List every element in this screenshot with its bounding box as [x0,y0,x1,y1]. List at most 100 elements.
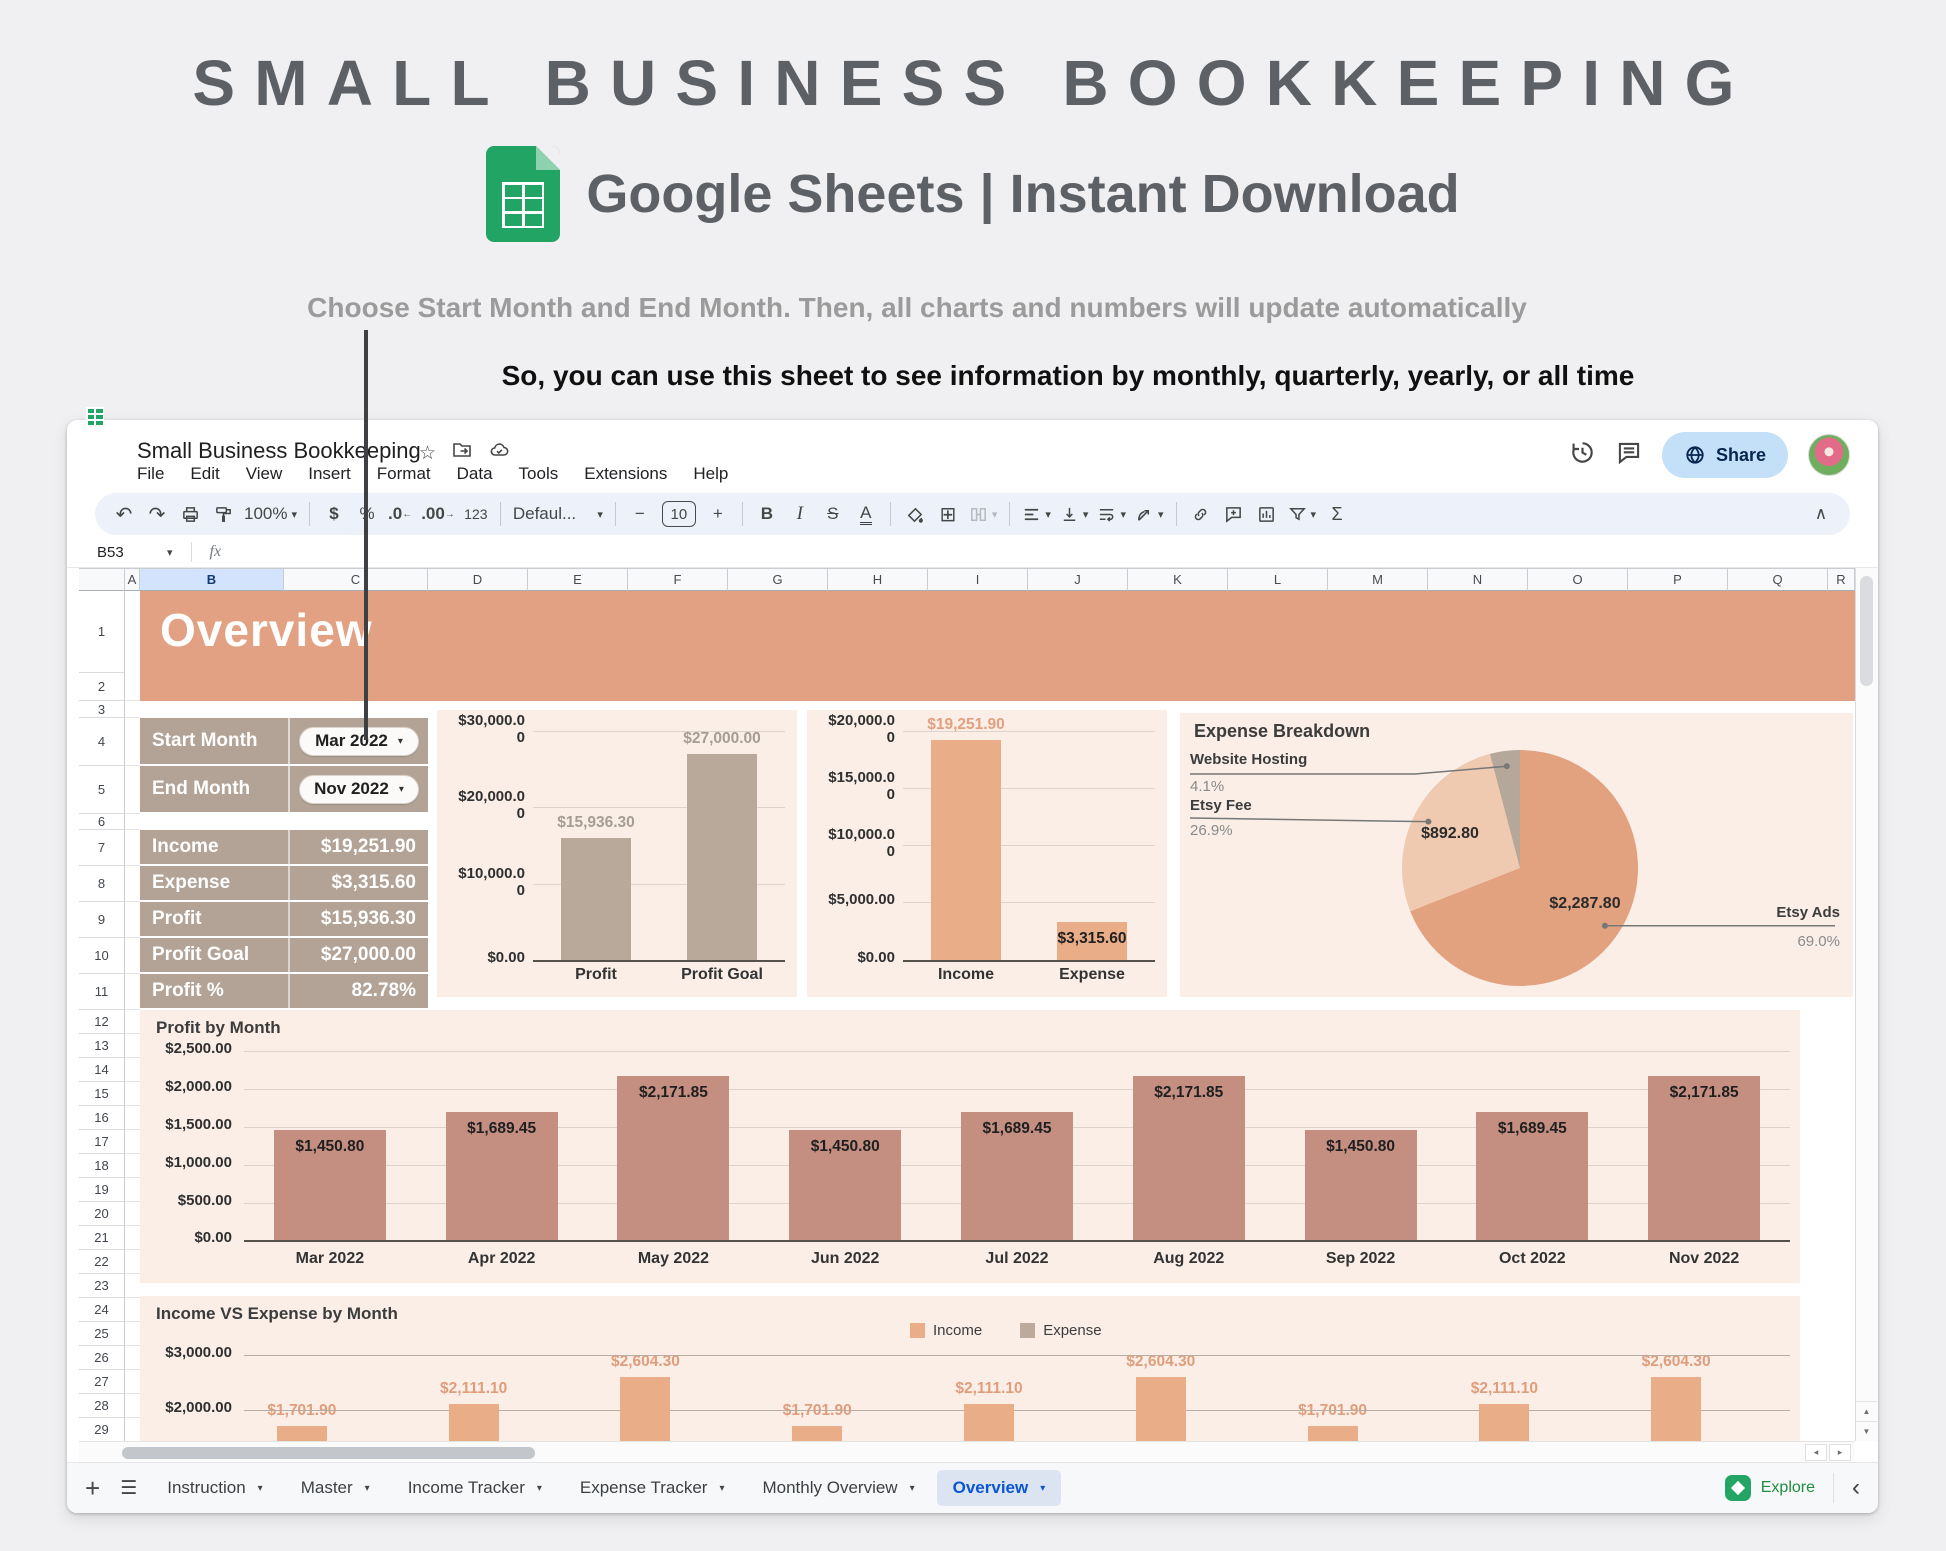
spreadsheet-grid[interactable]: Overview Start MonthMar 2022▾End MonthNo… [79,591,1855,1441]
row-header-16[interactable]: 16 [79,1106,125,1130]
row-header-19[interactable]: 19 [79,1178,125,1202]
fx-icon[interactable]: fx [210,543,222,561]
bold-button[interactable]: B [752,498,782,530]
share-button[interactable]: Share [1662,432,1788,478]
row-header-29[interactable]: 29 [79,1418,125,1441]
horizontal-scrollbar-thumb[interactable] [122,1447,535,1459]
start-month-dropdown[interactable]: Mar 2022▾ [299,727,419,756]
menu-item-help[interactable]: Help [693,464,728,484]
explore-button[interactable]: Explore [1725,1475,1815,1501]
version-history-icon[interactable] [1569,439,1596,471]
column-header-H[interactable]: H [828,568,928,591]
currency-format-button[interactable]: $ [319,498,349,530]
strikethrough-button[interactable]: S [818,498,848,530]
font-size-input[interactable]: 10 [662,501,696,527]
text-wrap-icon[interactable]: ▾ [1094,498,1129,530]
menu-item-file[interactable]: File [137,464,164,484]
italic-button[interactable]: I [785,498,815,530]
menu-item-edit[interactable]: Edit [190,464,219,484]
chart-profit-vs-goal[interactable]: $30,000.0 0$20,000.0 0$10,000.0 0$0.00$1… [437,710,797,997]
insert-chart-icon[interactable] [1252,498,1282,530]
column-header-P[interactable]: P [1628,568,1728,591]
column-header-M[interactable]: M [1328,568,1428,591]
name-box[interactable]: B53 [97,544,163,561]
row-header-18[interactable]: 18 [79,1154,125,1178]
select-all-corner[interactable] [79,568,125,591]
more-formats-button[interactable]: 123 [461,498,491,530]
move-to-folder-icon[interactable] [452,440,472,466]
end-month-dropdown[interactable]: Nov 2022▾ [299,775,419,804]
column-header-A[interactable]: A [125,568,140,591]
chart-expense-breakdown-pie[interactable]: Expense BreakdownWebsite Hosting4.1%Etsy… [1180,713,1853,997]
menu-item-insert[interactable]: Insert [308,464,351,484]
hide-menus-icon[interactable]: ∧ [1806,498,1836,530]
row-header-13[interactable]: 13 [79,1034,125,1058]
increase-decimals-button[interactable]: .00→ [418,498,458,530]
row-header-23[interactable]: 23 [79,1274,125,1298]
column-header-B[interactable]: B [140,568,284,591]
menu-item-extensions[interactable]: Extensions [584,464,667,484]
chart-profit-by-month[interactable]: Profit by Month$2,500.00$2,000.00$1,500.… [140,1010,1800,1283]
decrease-decimals-button[interactable]: .0← [385,498,415,530]
menu-item-data[interactable]: Data [457,464,493,484]
font-select[interactable]: Defaul...▾ [510,498,606,530]
zoom-select[interactable]: 100%▾ [241,498,300,530]
row-header-25[interactable]: 25 [79,1322,125,1346]
tab-instruction[interactable]: Instruction▾ [151,1470,278,1506]
row-header-1[interactable]: 1 [79,591,125,673]
row-header-15[interactable]: 15 [79,1082,125,1106]
row-header-5[interactable]: 5 [79,766,125,814]
row-header-8[interactable]: 8 [79,866,125,902]
vertical-scrollbar-thumb[interactable] [1860,576,1873,686]
horizontal-scrollbar[interactable]: ◂ ▸ [79,1441,1855,1462]
row-header-26[interactable]: 26 [79,1346,125,1370]
row-header-24[interactable]: 24 [79,1298,125,1322]
column-header-F[interactable]: F [628,568,728,591]
insert-link-icon[interactable] [1186,498,1216,530]
row-header-3[interactable]: 3 [79,701,125,718]
chart-income-vs-expense-by-month[interactable]: Income VS Expense by MonthIncomeExpense$… [140,1296,1800,1441]
document-title[interactable]: Small Business Bookkeeping [137,438,421,464]
comment-history-icon[interactable] [1616,440,1642,471]
merge-cells-icon[interactable]: ▾ [966,498,1001,530]
row-header-9[interactable]: 9 [79,902,125,938]
column-header-R[interactable]: R [1828,568,1855,591]
paint-format-icon[interactable] [208,498,238,530]
undo-icon[interactable]: ↶ [109,498,139,530]
decrease-font-size-button[interactable]: − [625,498,655,530]
row-header-10[interactable]: 10 [79,938,125,974]
column-header-J[interactable]: J [1028,568,1128,591]
borders-icon[interactable]: ⊞ [933,498,963,530]
text-color-button[interactable]: A [851,498,881,530]
column-header-E[interactable]: E [528,568,628,591]
row-header-27[interactable]: 27 [79,1370,125,1394]
row-header-11[interactable]: 11 [79,974,125,1010]
all-sheets-button[interactable]: ☰ [120,1477,137,1500]
create-filter-icon[interactable]: ▾ [1285,498,1320,530]
column-header-C[interactable]: C [284,568,428,591]
collapse-sidebar-icon[interactable]: ‹ [1852,1474,1860,1502]
user-avatar[interactable] [1808,434,1850,476]
row-header-21[interactable]: 21 [79,1226,125,1250]
tab-expense-tracker[interactable]: Expense Tracker▾ [564,1470,741,1506]
row-header-7[interactable]: 7 [79,830,125,866]
row-header-14[interactable]: 14 [79,1058,125,1082]
row-header-12[interactable]: 12 [79,1010,125,1034]
vertical-align-icon[interactable]: ▾ [1057,498,1092,530]
column-header-D[interactable]: D [428,568,528,591]
increase-font-size-button[interactable]: + [703,498,733,530]
fill-color-icon[interactable] [900,498,930,530]
row-header-17[interactable]: 17 [79,1130,125,1154]
row-header-20[interactable]: 20 [79,1202,125,1226]
chart-income-vs-expense[interactable]: $20,000.0 0$15,000.0 0$10,000.0 0$5,000.… [807,710,1167,997]
column-header-K[interactable]: K [1128,568,1228,591]
column-header-I[interactable]: I [928,568,1028,591]
column-header-O[interactable]: O [1528,568,1628,591]
column-header-N[interactable]: N [1428,568,1528,591]
scroll-up-button[interactable]: ▲ [1856,1401,1877,1421]
scroll-left-button[interactable]: ◂ [1805,1444,1827,1461]
row-header-22[interactable]: 22 [79,1250,125,1274]
insert-comment-icon[interactable] [1219,498,1249,530]
tab-monthly-overview[interactable]: Monthly Overview▾ [746,1470,930,1506]
column-header-Q[interactable]: Q [1728,568,1828,591]
